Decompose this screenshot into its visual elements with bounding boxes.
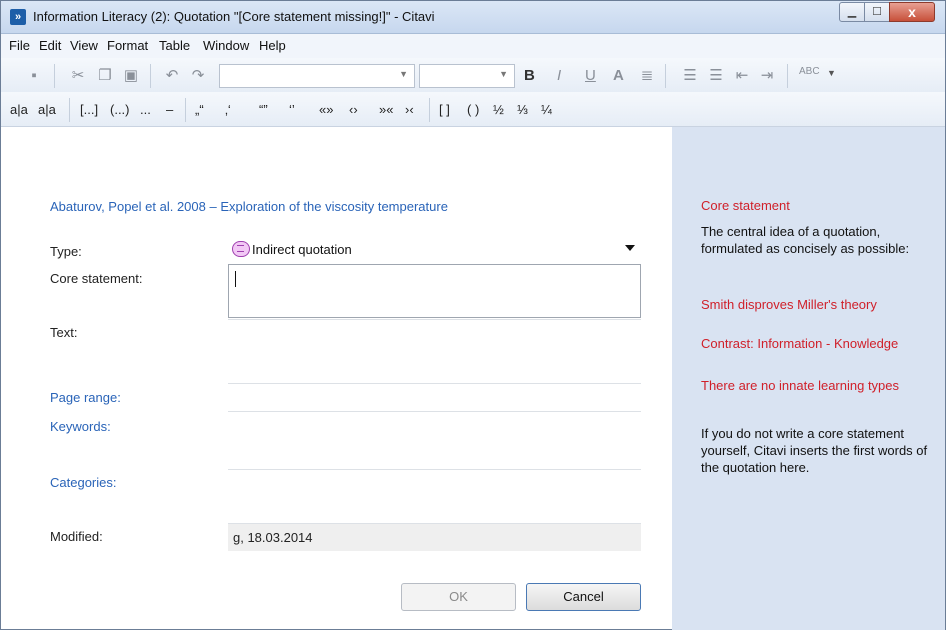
chevron-down-icon[interactable]: [625, 245, 635, 251]
ok-button[interactable]: OK: [401, 583, 516, 611]
type-value: Indirect quotation: [252, 242, 352, 257]
decrease-indent-icon[interactable]: ⇤: [733, 67, 751, 85]
copy-icon[interactable]: ❐: [96, 67, 114, 85]
menu-format[interactable]: Format: [107, 38, 148, 53]
text-caret: [235, 271, 236, 287]
keywords-label[interactable]: Keywords:: [50, 419, 111, 434]
help-intro: The central idea of a quotation, formula…: [701, 224, 910, 256]
insert-char-button[interactable]: a|a: [10, 102, 28, 117]
minimize-icon: ▁: [847, 6, 857, 18]
insert-char-button[interactable]: „“: [195, 102, 204, 117]
help-note: If you do not write a core statement you…: [701, 426, 928, 475]
insert-char-button[interactable]: “”: [259, 102, 268, 117]
type-label: Type:: [50, 244, 82, 259]
increase-indent-icon[interactable]: ⇥: [758, 67, 776, 85]
page-range-label[interactable]: Page range:: [50, 390, 121, 405]
core-statement-input[interactable]: [228, 264, 641, 318]
keywords-field[interactable]: [228, 411, 641, 470]
citavi-quotation-window: » Information Literacy (2): Quotation "[…: [0, 0, 946, 630]
formatting-toolbar: ▪ ✂ ❐ ▣ ↶ ↷ ▼ ▼ B I U A ≣ ☰ ☰ ⇤ ⇥ ABC ▼: [1, 58, 945, 93]
insert-char-button[interactable]: –: [166, 102, 173, 117]
font-size-combo[interactable]: ▼: [419, 64, 515, 88]
core-statement-label: Core statement:: [50, 271, 143, 286]
menu-file[interactable]: File: [9, 38, 30, 53]
insert-char-button[interactable]: ( ): [467, 102, 479, 117]
modified-value: g, 18.03.2014: [233, 530, 313, 545]
close-button[interactable]: x: [889, 2, 935, 22]
spellcheck-button[interactable]: ABC: [799, 66, 820, 77]
text-field[interactable]: [228, 319, 641, 384]
bullet-list-icon[interactable]: ☰: [681, 67, 699, 85]
insert-char-button[interactable]: ⅓: [517, 102, 528, 117]
separator: [787, 64, 788, 88]
insert-char-button[interactable]: a|a: [38, 102, 56, 117]
menu-window[interactable]: Window: [203, 38, 249, 53]
separator: [185, 98, 186, 122]
separator: [429, 98, 430, 122]
insert-char-button[interactable]: [ ]: [439, 102, 450, 117]
redo-icon[interactable]: ↷: [189, 67, 207, 85]
separator: [69, 98, 70, 122]
chevron-down-icon: ▼: [499, 69, 508, 79]
insert-char-button[interactable]: «»: [319, 102, 333, 117]
paste-icon[interactable]: ▣: [122, 67, 140, 85]
help-example: Contrast: Information - Knowledge: [701, 336, 899, 351]
insert-char-button[interactable]: ‘’: [289, 102, 295, 117]
insert-char-button[interactable]: ...: [140, 102, 151, 117]
text-label: Text:: [50, 325, 78, 340]
title-bar: » Information Literacy (2): Quotation "[…: [1, 1, 945, 34]
help-example: There are no innate learning types: [701, 378, 900, 393]
special-characters-toolbar: a|a a|a [...] (...) ... – „“ ‚‘ “” ‘’ «»…: [1, 92, 945, 127]
cut-icon[interactable]: ✂: [69, 67, 87, 85]
insert-char-button[interactable]: ¼: [541, 102, 552, 117]
maximize-icon: ☐: [872, 6, 882, 18]
separator: [54, 64, 55, 88]
insert-char-button[interactable]: ›‹: [405, 102, 414, 117]
citavi-icon: »: [10, 9, 26, 25]
modified-label: Modified:: [50, 529, 103, 544]
separator: [665, 64, 666, 88]
page-range-field[interactable]: [228, 383, 641, 412]
menu-table[interactable]: Table: [159, 38, 190, 53]
window-title: Information Literacy (2): Quotation "[Co…: [33, 9, 435, 24]
cancel-button[interactable]: Cancel: [526, 583, 641, 611]
help-heading: Core statement: [701, 198, 790, 213]
menu-bar: File Edit View Format Table Window Help: [1, 34, 945, 58]
help-pane: Core statement The central idea of a quo…: [672, 127, 945, 630]
help-example: Smith disproves Miller's theory: [701, 297, 877, 312]
categories-label[interactable]: Categories:: [50, 475, 116, 490]
maximize-button[interactable]: ☐: [864, 2, 890, 22]
font-family-combo[interactable]: ▼: [219, 64, 415, 88]
insert-char-button[interactable]: ‹›: [349, 102, 358, 117]
italic-button[interactable]: I: [557, 67, 561, 84]
menu-help[interactable]: Help: [259, 38, 286, 53]
undo-icon[interactable]: ↶: [163, 67, 181, 85]
bold-button[interactable]: B: [524, 67, 535, 84]
insert-char-button[interactable]: »«: [379, 102, 393, 117]
insert-char-button[interactable]: (...): [110, 102, 130, 117]
chevron-down-icon[interactable]: ▼: [827, 68, 836, 78]
separator: [150, 64, 151, 88]
insert-char-button[interactable]: ‚‘: [225, 102, 231, 117]
categories-field[interactable]: [228, 469, 641, 524]
insert-char-button[interactable]: [...]: [80, 102, 98, 117]
reference-link[interactable]: Abaturov, Popel et al. 2008 – Exploratio…: [50, 199, 448, 214]
minimize-button[interactable]: ▁: [839, 2, 865, 22]
align-icon[interactable]: ≣: [638, 67, 656, 85]
menu-edit[interactable]: Edit: [39, 38, 61, 53]
underline-button[interactable]: U: [585, 67, 596, 84]
close-icon: x: [908, 4, 916, 20]
text-color-button[interactable]: A: [613, 67, 624, 84]
chevron-down-icon: ▼: [399, 69, 408, 79]
quotation-type-icon: [232, 241, 250, 257]
save-icon[interactable]: ▪: [25, 67, 43, 85]
insert-char-button[interactable]: ½: [493, 102, 504, 117]
menu-view[interactable]: View: [70, 38, 98, 53]
modified-field: g, 18.03.2014: [228, 523, 641, 551]
type-select[interactable]: Indirect quotation: [228, 239, 641, 263]
numbered-list-icon[interactable]: ☰: [707, 67, 725, 85]
